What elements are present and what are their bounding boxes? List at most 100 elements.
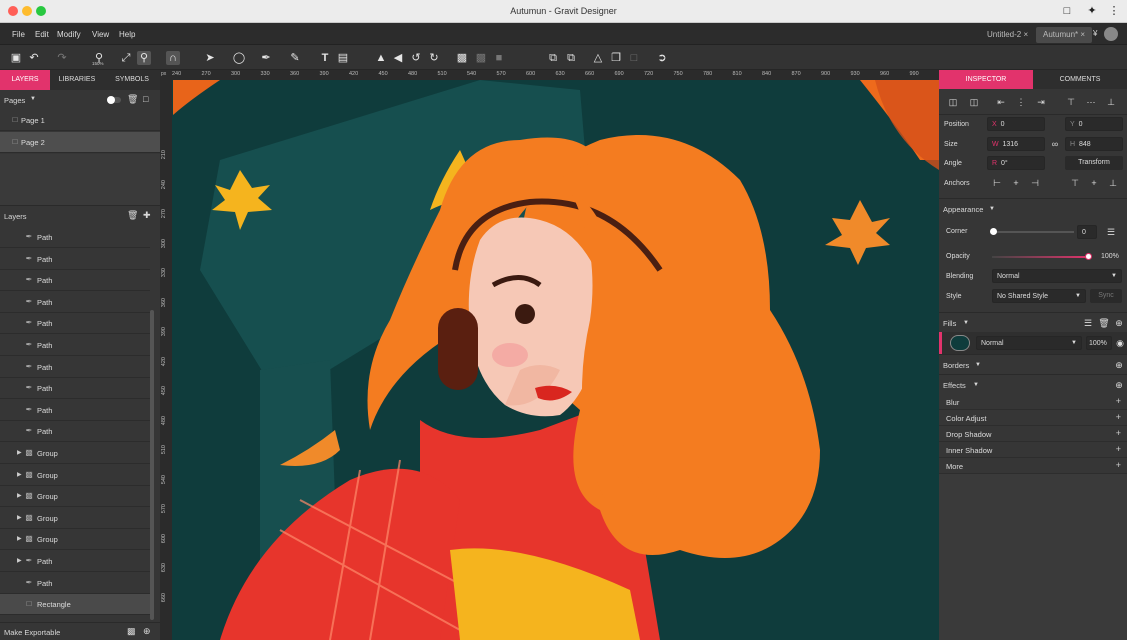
expand-triangle-icon[interactable]: ▶ [17, 492, 22, 499]
borders-section[interactable]: Borders ▼ ⊕ [939, 354, 1127, 374]
layer-item[interactable]: ✒ Path [0, 249, 150, 270]
expand-triangle-icon[interactable]: ▶ [17, 535, 22, 542]
add-effect-icon[interactable]: + [1116, 428, 1121, 438]
layer-item[interactable]: ✒ Path [0, 227, 150, 248]
layer-item[interactable]: ✒ Path [0, 400, 150, 421]
expand-triangle-icon[interactable]: ▶ [17, 471, 22, 478]
add-icon[interactable]: ⊕ [1113, 359, 1125, 371]
link-icon[interactable]: ∞ [1049, 138, 1061, 150]
align-right-icon[interactable]: ⇥ [1035, 96, 1047, 108]
layer-item[interactable]: ▶ ✒ Path [0, 551, 150, 572]
pointer-icon[interactable]: ➤ [203, 51, 217, 65]
align-distribute-v-icon[interactable]: ◫ [968, 96, 980, 108]
add-icon[interactable]: ⊕ [1113, 379, 1125, 391]
tab-symbols[interactable]: SYMBOLS [104, 70, 160, 90]
menu-edit[interactable]: Edit [35, 30, 49, 39]
fill-opacity-field[interactable]: 100% [1086, 336, 1112, 350]
fit-icon[interactable]: ⤢ [119, 51, 133, 65]
page-item-selected[interactable]: □ Page 2 [0, 132, 160, 153]
canvas[interactable]: 240 270 300 330 360 390 420 450 480 510 540 570 600 6… [160, 70, 939, 640]
fills-section[interactable]: Fills ▼ ☰ 🗑 ⊕ [939, 312, 1127, 332]
doc-tab-untitled[interactable]: Untitled-2 × [980, 27, 1035, 43]
blending-select[interactable]: Normal ▼ [992, 269, 1122, 283]
trash-icon[interactable]: 🗑 [127, 94, 138, 105]
layer-item[interactable]: ▶ ▩ Group [0, 486, 150, 508]
ungroup-icon[interactable]: ▩ [474, 51, 488, 65]
doc-tab-autumun[interactable]: Autumun* × [1036, 27, 1093, 43]
add-effect-icon[interactable]: + [1116, 412, 1121, 422]
expand-triangle-icon[interactable]: ▶ [17, 449, 22, 456]
corner-slider-thumb[interactable] [990, 228, 997, 235]
group-icon[interactable]: ▩ [455, 51, 469, 65]
layer-item[interactable]: ▶ ▩ Group [0, 508, 150, 529]
undo-icon[interactable]: ↶ [27, 51, 41, 65]
chevron-down-icon[interactable]: ▼ [963, 320, 969, 326]
effect-item[interactable]: Blur + [939, 394, 1127, 410]
effect-item[interactable]: Inner Shadow + [939, 442, 1127, 458]
arrange-back-icon[interactable]: ⧉ [546, 51, 560, 65]
image-icon[interactable]: ▤ [336, 51, 350, 65]
tab-inspector[interactable]: INSPECTOR [939, 70, 1033, 89]
effect-item[interactable]: More + [939, 458, 1127, 474]
align-top-icon[interactable]: ⊤ [1065, 96, 1077, 108]
layer-item[interactable]: ✒ Path [0, 357, 150, 378]
expand-triangle-icon[interactable]: ▶ [17, 514, 22, 521]
mask-icon[interactable]: △ [591, 51, 605, 65]
zoom-tool-icon[interactable]: ⚲ [137, 51, 151, 65]
symbol-icon[interactable]: □ [627, 51, 641, 65]
user-dropdown-icon[interactable]: ¥ [1093, 29, 1097, 38]
add-effect-icon[interactable]: + [1116, 396, 1121, 406]
menu-view[interactable]: View [92, 30, 109, 39]
layers-scrollbar[interactable] [150, 310, 154, 620]
make-exportable-label[interactable]: Make Exportable [4, 628, 60, 637]
close-icon[interactable]: × [1023, 30, 1028, 39]
pen-icon[interactable]: ✒ [259, 51, 273, 65]
opacity-slider-thumb[interactable] [1085, 253, 1092, 260]
anchor-center-icon[interactable]: + [1010, 177, 1022, 189]
flip-h-icon[interactable]: ▲ [374, 51, 388, 65]
layer-item-selected[interactable]: □ Rectangle [0, 594, 150, 616]
arrange-front-icon[interactable]: ⧉ [564, 51, 578, 65]
layer-item[interactable]: ✒ Path [0, 573, 150, 594]
layer-item[interactable]: ✒ Path [0, 270, 150, 292]
align-left-icon[interactable]: ⇤ [995, 96, 1007, 108]
chevron-down-icon[interactable]: ▼ [989, 206, 995, 212]
layer-item[interactable]: ✒ Path [0, 292, 150, 313]
layer-item[interactable]: ▶ ▩ Group [0, 443, 150, 464]
layer-item[interactable]: ▶ ▩ Group [0, 465, 150, 486]
align-distribute-h-icon[interactable]: ◫ [947, 96, 959, 108]
snap-icon[interactable]: ∩ [166, 51, 180, 65]
pages-toggle[interactable] [107, 96, 121, 104]
position-y-field[interactable]: Y 0 [1065, 117, 1123, 131]
add-effect-icon[interactable]: + [1116, 460, 1121, 470]
add-icon[interactable]: ⊕ [143, 626, 151, 637]
position-x-field[interactable]: X 0 [987, 117, 1045, 131]
corner-settings-icon[interactable]: ☰ [1105, 226, 1117, 238]
boolean-icon[interactable]: ■ [492, 51, 506, 65]
add-effect-icon[interactable]: + [1116, 444, 1121, 454]
shape-icon[interactable]: ◯ [232, 51, 246, 65]
align-bottom-icon[interactable]: ⊥ [1105, 96, 1117, 108]
more-vertical-icon[interactable]: ⋮ [1108, 5, 1120, 17]
height-field[interactable]: H 848 [1065, 137, 1123, 151]
document-icon[interactable]: □ [1061, 5, 1073, 17]
expand-triangle-icon[interactable]: ▶ [17, 557, 22, 564]
component-icon[interactable]: ❐ [609, 51, 623, 65]
anchor-middle-icon[interactable]: + [1088, 177, 1100, 189]
trash-icon[interactable]: 🗑 [127, 210, 138, 221]
add-page-icon[interactable]: □ [143, 94, 148, 104]
pencil-icon[interactable]: ✎ [288, 51, 302, 65]
tab-layers[interactable]: LAYERS [0, 70, 50, 90]
anchor-bottom-icon[interactable]: ⊥ [1107, 177, 1119, 189]
tab-comments[interactable]: COMMENTS [1033, 70, 1127, 89]
export-icon[interactable]: ➲ [655, 51, 669, 65]
redo-icon[interactable]: ↷ [55, 51, 69, 65]
layer-item[interactable]: ✒ Path [0, 313, 150, 335]
flip-v-icon[interactable]: ◀ [391, 51, 405, 65]
corner-field[interactable]: 0 [1077, 225, 1097, 239]
avatar[interactable] [1104, 27, 1118, 41]
style-select[interactable]: No Shared Style ▼ [992, 289, 1086, 303]
plugin-icon[interactable]: ✦ [1086, 5, 1098, 17]
align-center-icon[interactable]: ⋮ [1015, 96, 1027, 108]
eye-icon[interactable]: ◉ [1114, 337, 1126, 349]
